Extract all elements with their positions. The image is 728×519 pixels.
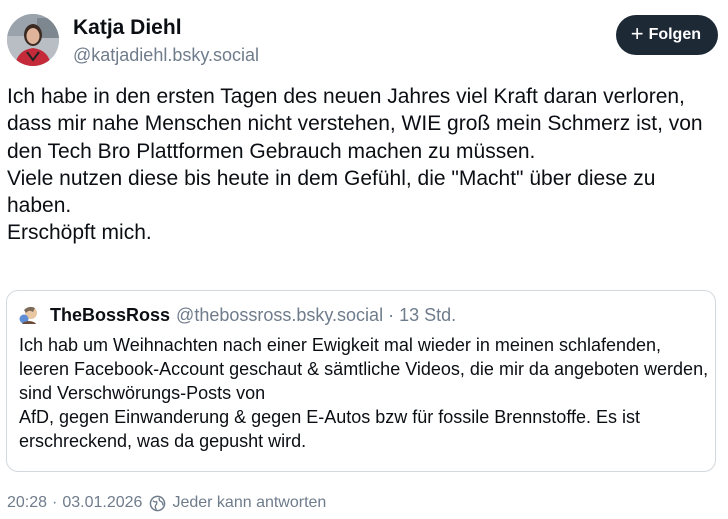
quoted-author-name[interactable]: TheBossRoss — [50, 305, 170, 326]
author-avatar[interactable] — [7, 14, 59, 66]
post-date[interactable]: 03.01.2026 — [62, 494, 142, 512]
post-paragraph: Erschöpft mich. — [7, 221, 152, 245]
post-header: Katja Diehl @katjadiehl.bsky.social + Fo… — [7, 12, 721, 70]
quoted-author-avatar — [18, 304, 40, 326]
post-paragraph: Viele nutzen diese bis heute in dem Gefü… — [7, 166, 656, 218]
quoted-author-handle[interactable]: @thebossross.bsky.social — [176, 305, 383, 326]
plus-icon: + — [630, 21, 644, 46]
quoted-post-body: Ich hab um Weihnachten nach einer Ewigke… — [19, 333, 709, 453]
post-footer: 20:28 · 03.01.2026 Jeder kann antworten — [7, 492, 326, 514]
quoted-post-header: TheBossRoss @thebossross.bsky.social · 1… — [18, 302, 456, 328]
footer-separator: · — [52, 494, 58, 511]
post-paragraph: Ich habe in den ersten Tagen des neuen J… — [7, 85, 703, 163]
author-name[interactable]: Katja Diehl — [73, 16, 182, 40]
follow-button-label: Folgen — [648, 26, 701, 43]
reply-setting[interactable]: Jeder kann antworten — [172, 494, 326, 512]
quoted-separator: · — [388, 304, 395, 325]
quoted-post[interactable]: TheBossRoss @thebossross.bsky.social · 1… — [6, 290, 716, 472]
post-time[interactable]: 20:28 — [7, 494, 47, 512]
post-body: Ich habe in den ersten Tagen des neuen J… — [7, 83, 719, 247]
quoted-post-time: 13 Std. — [399, 304, 457, 325]
author-handle[interactable]: @katjadiehl.bsky.social — [73, 45, 259, 66]
quoted-post-line: Ich hab um Weihnachten nach einer Ewigke… — [19, 335, 709, 403]
quoted-post-line: AfD, gegen Einwanderung & gegen E-Autos … — [19, 407, 641, 451]
follow-button[interactable]: + Folgen — [615, 15, 718, 55]
globe-reply-icon — [150, 495, 166, 511]
